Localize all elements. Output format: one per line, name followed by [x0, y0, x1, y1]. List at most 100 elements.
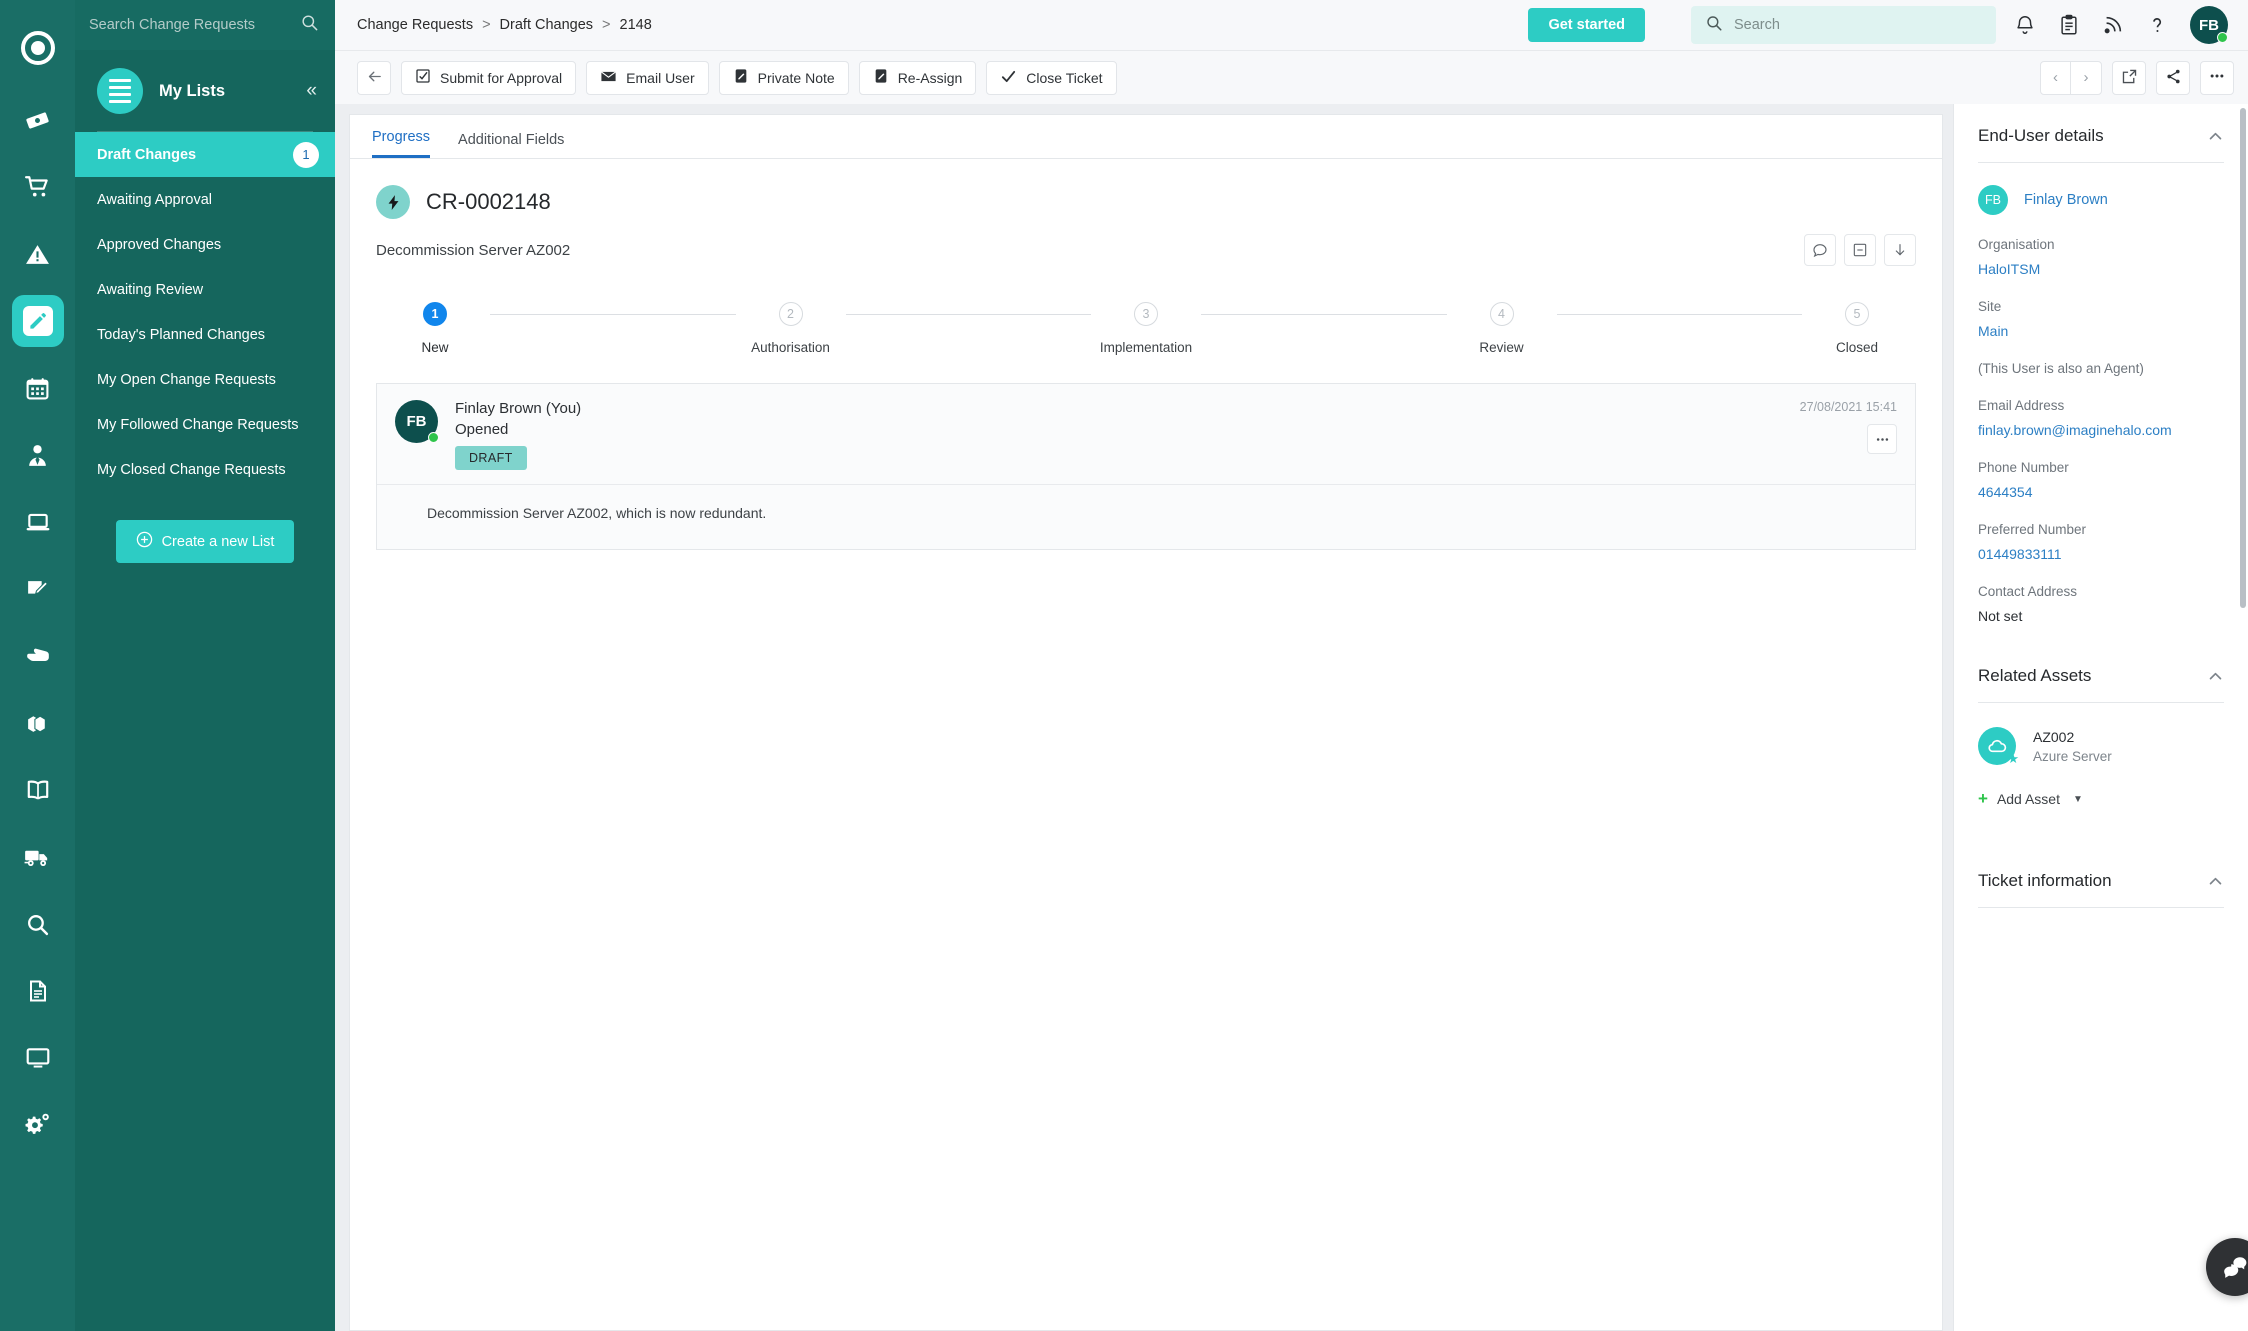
sidebar-item-approved-changes[interactable]: Approved Changes: [75, 222, 335, 267]
breadcrumb-item-2[interactable]: 2148: [620, 17, 652, 33]
step-authorisation[interactable]: 2 Authorisation: [736, 302, 846, 355]
rail-item-knowledge-base[interactable]: [12, 764, 64, 816]
back-button[interactable]: [357, 60, 391, 95]
rail-item-assets[interactable]: [12, 496, 64, 548]
submit-for-approval-button[interactable]: Submit for Approval: [401, 60, 577, 95]
next-record-button[interactable]: ›: [2071, 62, 2101, 94]
avatar[interactable]: FB: [2190, 6, 2228, 44]
double-chevron-left-icon[interactable]: «: [306, 80, 319, 102]
avatar-initials: FB: [406, 413, 427, 430]
sidebar-item-draft-changes[interactable]: Draft Changes 1: [75, 132, 335, 177]
plus-circle-icon: [136, 531, 153, 552]
section-rule: [1978, 162, 2224, 163]
step-implementation[interactable]: 3 Implementation: [1091, 302, 1201, 355]
step-new[interactable]: 1 New: [380, 302, 490, 355]
more-options-button[interactable]: [2200, 60, 2234, 95]
magnifier-icon[interactable]: [300, 13, 319, 37]
step-closed[interactable]: 5 Closed: [1802, 302, 1912, 355]
file-lines-icon: [29, 980, 46, 1002]
rail-item-dashboards[interactable]: [12, 1032, 64, 1084]
rail-item-reports[interactable]: [12, 965, 64, 1017]
prev-record-button[interactable]: ‹: [2041, 61, 2071, 94]
check-icon: [1000, 68, 1017, 88]
related-asset-item[interactable]: ★ AZ002 Azure Server: [1978, 727, 2224, 766]
online-status-dot: [2217, 32, 2228, 43]
phone-value[interactable]: 4644354: [1978, 484, 2224, 500]
sidebar-item-todays-planned-changes[interactable]: Today's Planned Changes: [75, 312, 335, 357]
rail-item-requests[interactable]: [12, 161, 64, 213]
bell-icon[interactable]: [2014, 14, 2036, 36]
sidebar-item-my-open-change-requests[interactable]: My Open Change Requests: [75, 357, 335, 402]
magnifier-icon: [28, 914, 49, 935]
ticket-header: CR-0002148 Decommission Server AZ002: [350, 159, 1942, 266]
tab-progress[interactable]: Progress: [372, 129, 431, 158]
rail-item-calendar[interactable]: [12, 362, 64, 414]
tab-additional-fields[interactable]: Additional Fields: [458, 132, 564, 158]
site-value[interactable]: Main: [1978, 323, 2224, 339]
rail-item-tickets[interactable]: [12, 94, 64, 146]
preferred-number-value[interactable]: 01449833111: [1978, 546, 2224, 562]
share-nodes-icon: [2165, 68, 2182, 88]
minus-box-icon[interactable]: [1844, 234, 1876, 266]
end-user-details-header[interactable]: End-User details: [1978, 104, 2224, 146]
add-asset-button[interactable]: + Add Asset ▼: [1978, 789, 2224, 809]
rss-feed-icon[interactable]: [2102, 14, 2124, 36]
breadcrumb-item-0[interactable]: Change Requests: [357, 17, 473, 33]
question-mark-icon[interactable]: [2146, 14, 2168, 36]
close-ticket-button[interactable]: Close Ticket: [986, 60, 1117, 95]
share-button[interactable]: [2156, 60, 2190, 95]
external-link-icon: [2121, 68, 2138, 88]
chevron-up-icon[interactable]: [2207, 668, 2224, 685]
create-new-list-button[interactable]: Create a new List: [115, 520, 295, 563]
note-more-button[interactable]: [1867, 424, 1897, 454]
organisation-value[interactable]: HaloITSM: [1978, 261, 2224, 277]
end-user-row[interactable]: FB Finlay Brown: [1978, 185, 2224, 215]
details-sidebar: End-User details FB Finlay Brown Organis…: [1953, 104, 2248, 1331]
rail-item-settings[interactable]: [12, 1099, 64, 1151]
list-search-input[interactable]: [89, 17, 292, 33]
chat-bubbles-icon[interactable]: [2206, 1238, 2248, 1296]
global-search-input[interactable]: [1734, 17, 1982, 33]
sidebar-scrollbar[interactable]: [2240, 108, 2246, 608]
sidebar-item-awaiting-approval[interactable]: Awaiting Approval: [75, 177, 335, 222]
global-search-bar[interactable]: [1691, 6, 1996, 44]
get-started-button[interactable]: Get started: [1528, 8, 1645, 42]
breadcrumb-item-1[interactable]: Draft Changes: [500, 17, 594, 33]
rail-item-incidents[interactable]: [12, 228, 64, 280]
end-user-name-link[interactable]: Finlay Brown: [2024, 192, 2108, 208]
step-connector: [1201, 314, 1447, 315]
sidebar-item-awaiting-review[interactable]: Awaiting Review: [75, 267, 335, 312]
ticket-information-header[interactable]: Ticket information: [1978, 809, 2224, 891]
hamburger-icon[interactable]: [97, 68, 143, 114]
step-connector: [490, 314, 736, 315]
email-value[interactable]: finlay.brown@imaginehalo.com: [1978, 422, 2224, 438]
step-label: New: [421, 340, 449, 355]
halo-ring-logo[interactable]: [14, 24, 62, 72]
caret-down-icon[interactable]: ▼: [2073, 794, 2083, 805]
sidebar-item-my-closed-change-requests[interactable]: My Closed Change Requests: [75, 447, 335, 492]
chevron-up-icon[interactable]: [2207, 873, 2224, 890]
private-note-button[interactable]: Private Note: [718, 60, 849, 95]
rail-item-suppliers[interactable]: [12, 831, 64, 883]
sidebar-item-my-followed-change-requests[interactable]: My Followed Change Requests: [75, 402, 335, 447]
clipboard-icon[interactable]: [2058, 14, 2080, 36]
related-assets-header[interactable]: Related Assets: [1978, 624, 2224, 686]
chevron-up-icon[interactable]: [2207, 128, 2224, 145]
rail-item-contracts[interactable]: [12, 563, 64, 615]
rail-item-products[interactable]: [12, 697, 64, 749]
comment-bubble-icon[interactable]: [1804, 234, 1836, 266]
monitor-icon: [26, 1048, 49, 1068]
email-user-button[interactable]: Email User: [586, 60, 709, 95]
step-review[interactable]: 4 Review: [1447, 302, 1557, 355]
re-assign-button[interactable]: Re-Assign: [858, 60, 977, 95]
popout-button[interactable]: [2112, 60, 2146, 95]
rail-item-approvals[interactable]: [12, 630, 64, 682]
step-label: Authorisation: [751, 340, 830, 355]
list-search-bar[interactable]: [75, 0, 335, 50]
arrow-down-icon[interactable]: [1884, 234, 1916, 266]
laptop-icon: [26, 513, 49, 531]
step-number: 4: [1489, 302, 1514, 326]
rail-item-change-requests[interactable]: [11, 295, 64, 347]
rail-item-search[interactable]: [12, 898, 64, 950]
rail-item-users[interactable]: [12, 429, 64, 481]
